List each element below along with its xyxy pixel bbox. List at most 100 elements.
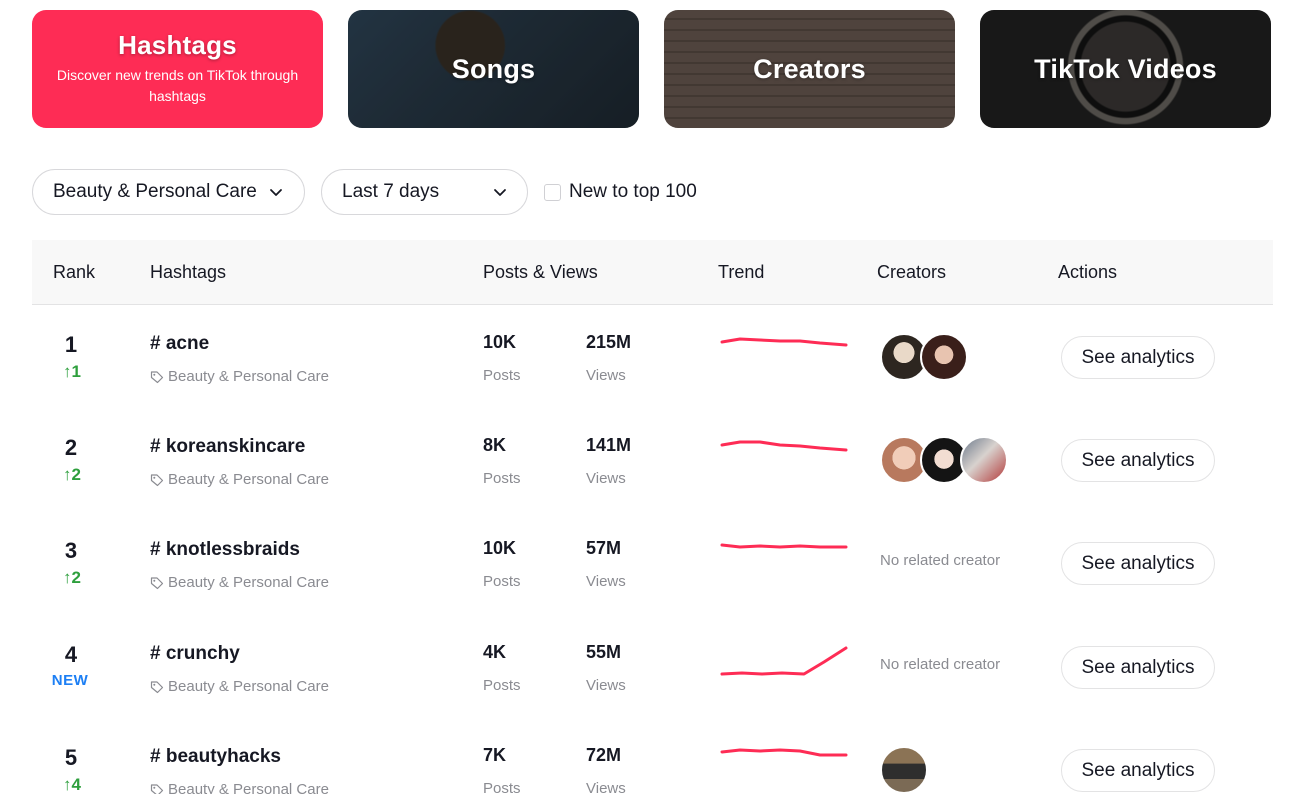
trend-sparkline: [720, 748, 848, 757]
table-row: 5 ↑4 # beautyhacks Beauty & Personal Car…: [32, 719, 1273, 794]
trend-sparkline: [720, 337, 848, 347]
rank-number: 3: [64, 538, 78, 563]
rank-number: 2: [64, 435, 78, 460]
table-row: 2 ↑2 # koreanskincare Beauty & Personal …: [32, 409, 1273, 512]
chevron-down-icon: [493, 185, 507, 199]
views-label: Views: [586, 573, 626, 590]
posts-label: Posts: [483, 367, 521, 384]
category-label: Beauty & Personal Care: [168, 678, 329, 695]
category-cards: Hashtags Discover new trends on TikTok t…: [32, 10, 1271, 128]
card-title: TikTok Videos: [1034, 53, 1217, 84]
period-dropdown[interactable]: Last 7 days: [321, 169, 528, 215]
table-header: Rank Hashtags Posts & Views Trend Creato…: [32, 240, 1273, 305]
no-creator-text: No related creator: [880, 656, 1001, 673]
views-count: 141M: [586, 435, 632, 455]
hashtag-name[interactable]: # knotlessbraids: [150, 539, 300, 561]
creator-avatars: [880, 333, 968, 381]
card-title: Creators: [753, 53, 866, 84]
posts-count: 8K: [483, 435, 507, 455]
rank-change: ↑4: [63, 775, 81, 794]
posts-count: 7K: [483, 745, 507, 765]
hashtag-category: Beauty & Personal Care: [150, 471, 329, 488]
see-analytics-button[interactable]: See analytics: [1061, 542, 1215, 585]
hashtag-name[interactable]: # crunchy: [150, 643, 240, 665]
hashtag-category: Beauty & Personal Care: [150, 574, 329, 591]
chevron-down-icon: [269, 185, 283, 199]
category-label: Beauty & Personal Care: [168, 471, 329, 488]
see-analytics-button[interactable]: See analytics: [1061, 439, 1215, 482]
views-label: Views: [586, 470, 626, 487]
trend-sparkline: [720, 440, 848, 452]
hashtag-name[interactable]: # acne: [150, 333, 209, 355]
card-title: Hashtags: [118, 29, 237, 60]
category-label: Beauty & Personal Care: [168, 781, 329, 794]
rank-number: 1: [64, 332, 78, 357]
views-count: 215M: [586, 332, 632, 352]
trend-sparkline: [720, 543, 848, 549]
rank-change: ↑1: [63, 362, 81, 381]
posts-count: 4K: [483, 642, 507, 662]
filter-bar: Beauty & Personal Care Last 7 days New t…: [32, 169, 697, 215]
header-actions: Actions: [1058, 262, 1118, 282]
header-hashtags: Hashtags: [150, 262, 227, 282]
new-to-top-checkbox[interactable]: [544, 183, 561, 201]
new-to-top-filter[interactable]: New to top 100: [544, 181, 697, 203]
hashtag-category: Beauty & Personal Care: [150, 368, 329, 385]
views-count: 57M: [586, 538, 622, 558]
trend-sparkline: [720, 646, 848, 676]
header-trend: Trend: [718, 262, 765, 282]
views-label: Views: [586, 677, 626, 694]
hashtag-category: Beauty & Personal Care: [150, 678, 329, 695]
no-creator-text: No related creator: [880, 552, 1001, 569]
views-count: 55M: [586, 642, 622, 662]
category-label: Beauty & Personal Care: [168, 574, 329, 591]
see-analytics-button[interactable]: See analytics: [1061, 749, 1215, 792]
avatar[interactable]: [960, 436, 1008, 484]
posts-label: Posts: [483, 470, 521, 487]
card-title: Songs: [451, 53, 536, 84]
creator-avatars: [880, 436, 1008, 484]
rank-change: ↑2: [63, 568, 81, 587]
card-tiktok-videos[interactable]: TikTok Videos: [980, 10, 1271, 128]
posts-count: 10K: [483, 538, 517, 558]
hashtag-category: Beauty & Personal Care: [150, 781, 329, 794]
rank-number: 4: [64, 642, 78, 667]
avatar[interactable]: [880, 746, 928, 794]
avatar[interactable]: [920, 333, 968, 381]
hashtag-name[interactable]: # beautyhacks: [150, 746, 281, 768]
posts-count: 10K: [483, 332, 517, 352]
card-songs[interactable]: Songs: [348, 10, 639, 128]
views-label: Views: [586, 780, 626, 794]
industry-dropdown[interactable]: Beauty & Personal Care: [32, 169, 305, 215]
views-count: 72M: [586, 745, 622, 765]
views-label: Views: [586, 367, 626, 384]
period-dropdown-value: Last 7 days: [342, 181, 440, 202]
table-row: 1 ↑1 # acne Beauty & Personal Care 10K P…: [32, 306, 1273, 409]
see-analytics-button[interactable]: See analytics: [1061, 336, 1215, 379]
table-row: 3 ↑2 # knotlessbraids Beauty & Personal …: [32, 512, 1273, 615]
rank-change: ↑2: [63, 465, 81, 484]
industry-dropdown-value: Beauty & Personal Care: [53, 181, 257, 202]
creator-avatars: [880, 746, 928, 794]
posts-label: Posts: [483, 573, 521, 590]
posts-label: Posts: [483, 677, 521, 694]
tag-icon: [150, 576, 164, 590]
tag-icon: [150, 680, 164, 694]
category-label: Beauty & Personal Care: [168, 368, 329, 385]
new-badge: NEW: [51, 672, 89, 689]
header-rank: Rank: [53, 262, 96, 282]
hashtag-name[interactable]: # koreanskincare: [150, 436, 305, 458]
card-subtitle: Discover new trends on TikTok through ha…: [56, 66, 299, 104]
card-creators[interactable]: Creators: [664, 10, 955, 128]
table-row: 4 NEW # crunchy Beauty & Personal Care 4…: [32, 616, 1273, 719]
tag-icon: [150, 783, 164, 794]
header-posts-views: Posts & Views: [483, 262, 598, 282]
card-hashtags[interactable]: Hashtags Discover new trends on TikTok t…: [32, 10, 323, 128]
posts-label: Posts: [483, 780, 521, 794]
new-to-top-label: New to top 100: [569, 181, 697, 202]
header-creators: Creators: [877, 262, 947, 282]
see-analytics-button[interactable]: See analytics: [1061, 646, 1215, 689]
rank-number: 5: [64, 745, 78, 770]
tag-icon: [150, 370, 164, 384]
tag-icon: [150, 473, 164, 487]
